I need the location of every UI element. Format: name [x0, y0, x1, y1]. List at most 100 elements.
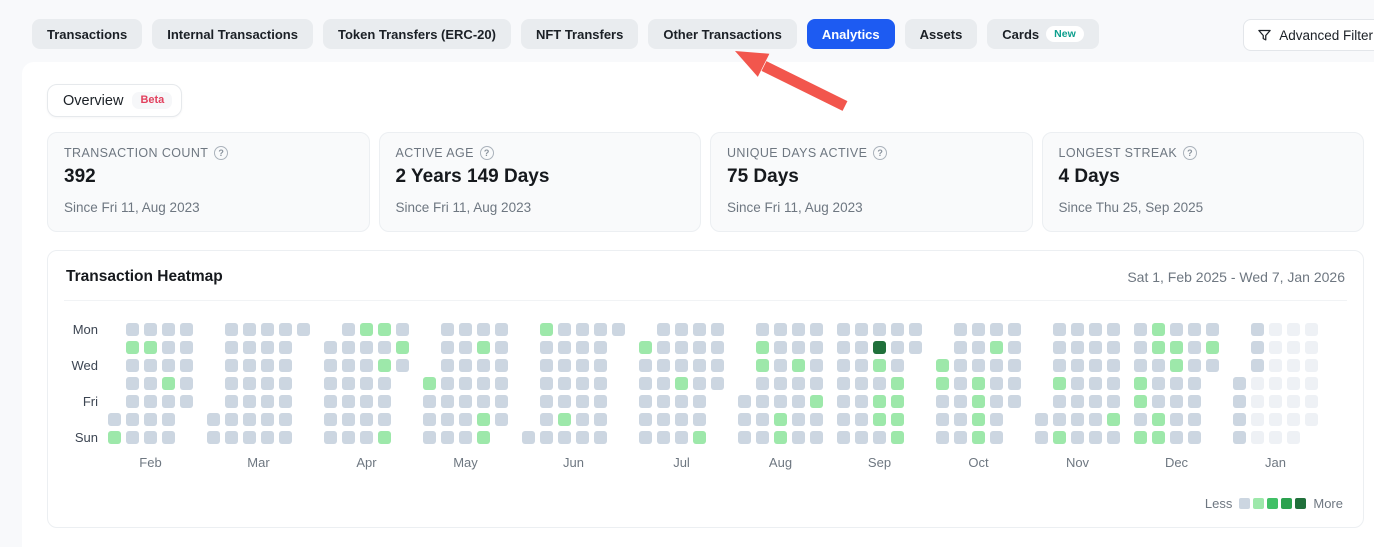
- heatmap-cell[interactable]: [792, 323, 805, 336]
- heatmap-cell[interactable]: [1305, 395, 1318, 408]
- heatmap-cell[interactable]: [594, 377, 607, 390]
- heatmap-cell[interactable]: [1287, 359, 1300, 372]
- heatmap-cell[interactable]: [540, 377, 553, 390]
- heatmap-cell[interactable]: [972, 413, 985, 426]
- heatmap-cell[interactable]: [1152, 377, 1165, 390]
- heatmap-cell[interactable]: [576, 323, 589, 336]
- heatmap-cell[interactable]: [1152, 341, 1165, 354]
- heatmap-cell[interactable]: [558, 359, 571, 372]
- heatmap-cell[interactable]: [1287, 431, 1300, 444]
- heatmap-cell[interactable]: [540, 395, 553, 408]
- heatmap-cell[interactable]: [873, 395, 886, 408]
- heatmap-cell[interactable]: [954, 377, 967, 390]
- heatmap-cell[interactable]: [855, 341, 868, 354]
- heatmap-cell[interactable]: [396, 359, 409, 372]
- heatmap-cell[interactable]: [738, 431, 751, 444]
- heatmap-cell[interactable]: [378, 377, 391, 390]
- heatmap-cell[interactable]: [1134, 359, 1147, 372]
- heatmap-cell[interactable]: [657, 431, 670, 444]
- heatmap-cell[interactable]: [837, 413, 850, 426]
- heatmap-cell[interactable]: [144, 413, 157, 426]
- heatmap-cell[interactable]: [936, 413, 949, 426]
- heatmap-cell[interactable]: [279, 323, 292, 336]
- heatmap-cell[interactable]: [477, 431, 490, 444]
- heatmap-cell[interactable]: [693, 341, 706, 354]
- heatmap-cell[interactable]: [774, 377, 787, 390]
- heatmap-cell[interactable]: [639, 359, 652, 372]
- heatmap-cell[interactable]: [144, 431, 157, 444]
- heatmap-cell[interactable]: [1287, 395, 1300, 408]
- heatmap-cell[interactable]: [693, 431, 706, 444]
- heatmap-cell[interactable]: [1089, 377, 1102, 390]
- heatmap-cell[interactable]: [1287, 323, 1300, 336]
- heatmap-cell[interactable]: [810, 395, 823, 408]
- heatmap-cell[interactable]: [495, 323, 508, 336]
- tab-cards[interactable]: CardsNew: [987, 19, 1098, 49]
- heatmap-cell[interactable]: [324, 341, 337, 354]
- heatmap-cell[interactable]: [837, 341, 850, 354]
- heatmap-cell[interactable]: [792, 431, 805, 444]
- heatmap-cell[interactable]: [1134, 395, 1147, 408]
- heatmap-cell[interactable]: [126, 395, 139, 408]
- heatmap-cell[interactable]: [594, 431, 607, 444]
- heatmap-cell[interactable]: [423, 377, 436, 390]
- heatmap-cell[interactable]: [558, 377, 571, 390]
- heatmap-cell[interactable]: [243, 377, 256, 390]
- heatmap-cell[interactable]: [657, 377, 670, 390]
- heatmap-cell[interactable]: [837, 323, 850, 336]
- heatmap-cell[interactable]: [1008, 323, 1021, 336]
- heatmap-cell[interactable]: [558, 323, 571, 336]
- heatmap-cell[interactable]: [1170, 431, 1183, 444]
- heatmap-cell[interactable]: [1305, 359, 1318, 372]
- heatmap-cell[interactable]: [495, 341, 508, 354]
- heatmap-cell[interactable]: [990, 377, 1003, 390]
- heatmap-cell[interactable]: [342, 341, 355, 354]
- heatmap-cell[interactable]: [594, 359, 607, 372]
- heatmap-cell[interactable]: [711, 377, 724, 390]
- heatmap-cell[interactable]: [1089, 413, 1102, 426]
- heatmap-cell[interactable]: [675, 413, 688, 426]
- heatmap-cell[interactable]: [612, 323, 625, 336]
- heatmap-cell[interactable]: [1251, 323, 1264, 336]
- heatmap-cell[interactable]: [279, 413, 292, 426]
- heatmap-cell[interactable]: [675, 395, 688, 408]
- heatmap-cell[interactable]: [1053, 323, 1066, 336]
- overview-tab[interactable]: Overview Beta: [47, 84, 182, 117]
- heatmap-cell[interactable]: [1170, 341, 1183, 354]
- heatmap-cell[interactable]: [261, 395, 274, 408]
- heatmap-cell[interactable]: [954, 359, 967, 372]
- heatmap-cell[interactable]: [657, 359, 670, 372]
- heatmap-cell[interactable]: [279, 359, 292, 372]
- heatmap-cell[interactable]: [576, 395, 589, 408]
- help-icon[interactable]: ?: [873, 146, 887, 160]
- heatmap-cell[interactable]: [441, 377, 454, 390]
- tab-analytics[interactable]: Analytics: [807, 19, 895, 49]
- heatmap-cell[interactable]: [225, 323, 238, 336]
- heatmap-cell[interactable]: [423, 431, 436, 444]
- heatmap-cell[interactable]: [459, 431, 472, 444]
- heatmap-cell[interactable]: [1287, 413, 1300, 426]
- heatmap-cell[interactable]: [792, 341, 805, 354]
- heatmap-cell[interactable]: [1233, 377, 1246, 390]
- heatmap-cell[interactable]: [810, 431, 823, 444]
- heatmap-cell[interactable]: [990, 431, 1003, 444]
- heatmap-cell[interactable]: [756, 359, 769, 372]
- heatmap-cell[interactable]: [477, 359, 490, 372]
- help-icon[interactable]: ?: [214, 146, 228, 160]
- heatmap-cell[interactable]: [972, 431, 985, 444]
- heatmap-cell[interactable]: [162, 431, 175, 444]
- heatmap-cell[interactable]: [297, 323, 310, 336]
- heatmap-cell[interactable]: [279, 341, 292, 354]
- heatmap-cell[interactable]: [1089, 359, 1102, 372]
- heatmap-cell[interactable]: [441, 323, 454, 336]
- heatmap-cell[interactable]: [441, 413, 454, 426]
- heatmap-cell[interactable]: [1188, 341, 1201, 354]
- heatmap-cell[interactable]: [1206, 341, 1219, 354]
- heatmap-cell[interactable]: [225, 377, 238, 390]
- heatmap-cell[interactable]: [207, 431, 220, 444]
- heatmap-cell[interactable]: [1107, 431, 1120, 444]
- heatmap-cell[interactable]: [261, 359, 274, 372]
- heatmap-cell[interactable]: [810, 359, 823, 372]
- heatmap-cell[interactable]: [1251, 359, 1264, 372]
- heatmap-cell[interactable]: [837, 377, 850, 390]
